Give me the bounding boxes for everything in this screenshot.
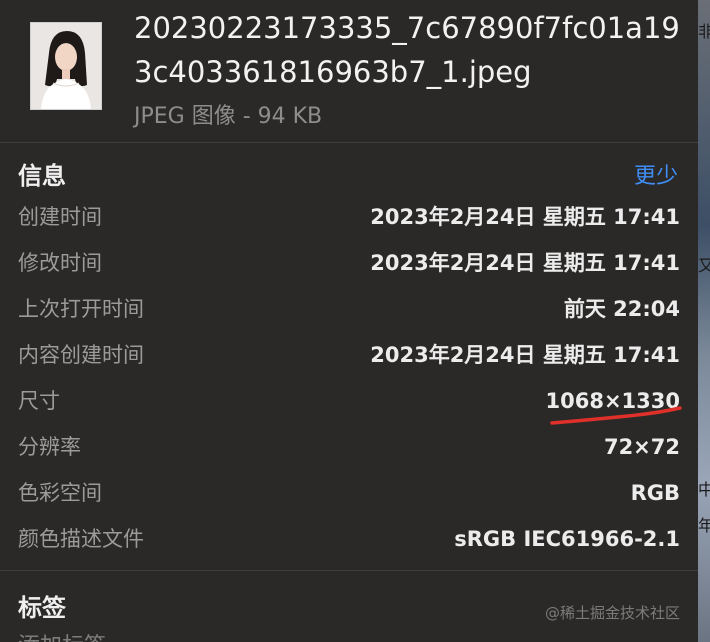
info-row-modified: 修改时间 2023年2月24日 星期五 17:41 <box>18 246 680 280</box>
edge-text-fragment: 中 <box>698 480 710 499</box>
info-row-label: 颜色描述文件 <box>18 527 144 551</box>
info-row-label: 创建时间 <box>18 205 102 229</box>
file-kind-size: JPEG 图像 - 94 KB <box>134 104 323 129</box>
info-row-value: 2023年2月24日 星期五 17:41 <box>370 343 680 367</box>
background-window-edge: 非 又 中 年 <box>698 0 710 642</box>
info-row-value: 2023年2月24日 星期五 17:41 <box>370 205 680 229</box>
file-name: 20230223173335_7c67890f7fc01a193c4033618… <box>134 11 680 89</box>
info-row-label: 内容创建时间 <box>18 343 144 367</box>
info-row-label: 上次打开时间 <box>18 297 144 321</box>
info-row-value: 72×72 <box>603 435 680 459</box>
info-row-resolution: 分辨率 72×72 <box>18 430 680 464</box>
edge-text-fragment: 又 <box>698 256 710 275</box>
red-underline-annotation <box>550 406 682 425</box>
info-row-last-opened: 上次打开时间 前天 22:04 <box>18 292 680 326</box>
info-row-color-profile: 颜色描述文件 sRGB IEC61966-2.1 <box>18 522 680 556</box>
info-row-label: 色彩空间 <box>18 481 102 505</box>
info-row-value: sRGB IEC61966-2.1 <box>454 527 680 551</box>
info-row-created: 创建时间 2023年2月24日 星期五 17:41 <box>18 200 680 234</box>
file-info-panel: 20230223173335_7c67890f7fc01a193c4033618… <box>0 0 698 642</box>
info-section-title: 信息 <box>18 162 66 190</box>
info-row-label: 分辨率 <box>18 435 81 459</box>
info-row-label: 尺寸 <box>18 389 60 413</box>
tags-section-title: 标签 <box>18 594 66 622</box>
info-row-value: 2023年2月24日 星期五 17:41 <box>370 251 680 275</box>
info-row-label: 修改时间 <box>18 251 102 275</box>
info-row-color-space: 色彩空间 RGB <box>18 476 680 510</box>
show-less-link[interactable]: 更少 <box>634 158 678 190</box>
info-row-value: RGB <box>630 481 680 505</box>
add-tags-field[interactable]: 添加标签 <box>18 628 106 642</box>
header-divider <box>0 142 698 143</box>
info-row-content-created: 内容创建时间 2023年2月24日 星期五 17:41 <box>18 338 680 372</box>
info-row-value: 前天 22:04 <box>563 297 680 321</box>
tags-divider <box>0 570 698 571</box>
image-thumbnail <box>30 22 102 110</box>
edge-text-fragment: 年 <box>698 516 710 535</box>
site-watermark: @稀土掘金技术社区 <box>544 604 680 622</box>
edge-text-fragment: 非 <box>698 22 710 41</box>
